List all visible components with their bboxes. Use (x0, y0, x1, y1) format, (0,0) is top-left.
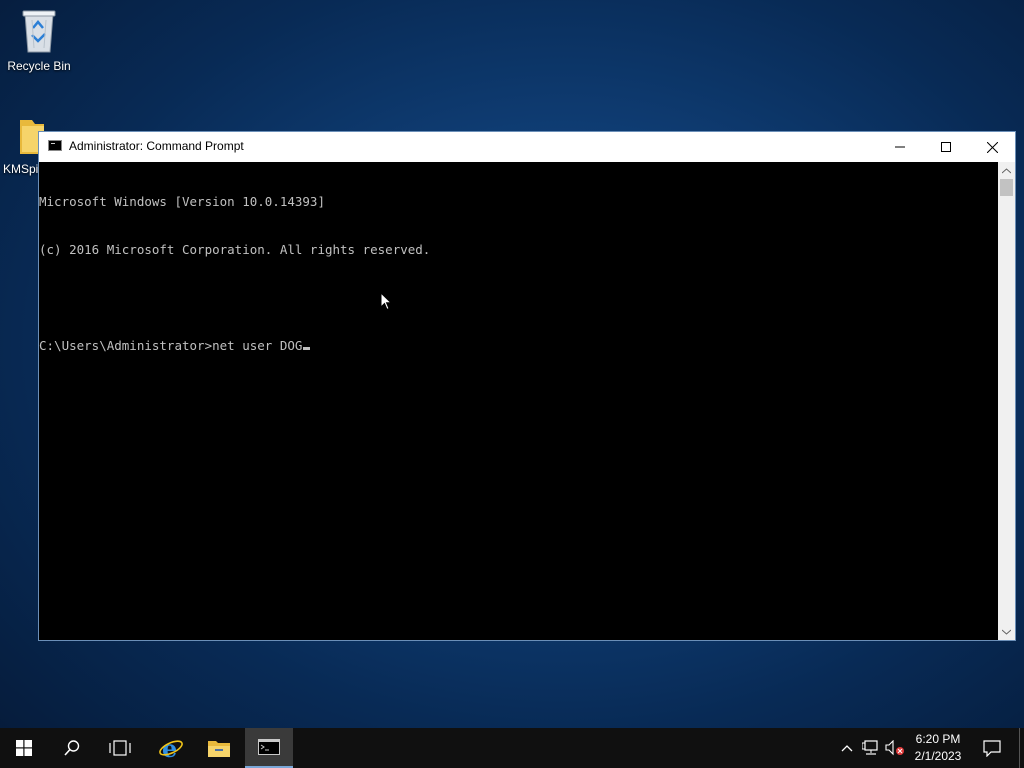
network-icon (862, 740, 878, 755)
start-button[interactable] (0, 728, 48, 768)
scrollbar-thumb[interactable] (1000, 179, 1013, 196)
volume-muted-icon (885, 740, 904, 756)
close-button[interactable] (969, 132, 1015, 162)
maximize-icon (941, 142, 951, 152)
console-command: C:\Users\Administrator>net user DOG (39, 338, 303, 353)
task-view-button[interactable] (96, 728, 144, 768)
command-prompt-taskbar-button[interactable] (245, 728, 293, 768)
desktop-icon-label: Recycle Bin (7, 59, 71, 73)
notifications-icon (983, 739, 1001, 757)
file-explorer-icon (208, 741, 230, 757)
console-line: (c) 2016 Microsoft Corporation. All righ… (39, 242, 431, 257)
console-output[interactable]: Microsoft Windows [Version 10.0.14393] (… (39, 162, 999, 640)
minimize-icon (895, 146, 905, 148)
title-bar[interactable]: Administrator: Command Prompt (39, 132, 1015, 162)
console-prompt-line: C:\Users\Administrator>net user DOG (39, 338, 999, 354)
taskbar: e 6:20 PM 2/1/2023 (0, 728, 1024, 768)
show-desktop-divider[interactable] (1019, 728, 1020, 768)
chevron-up-icon (841, 745, 853, 752)
text-cursor (303, 347, 311, 350)
command-prompt-icon (258, 739, 280, 755)
command-prompt-icon (48, 140, 62, 151)
clock[interactable]: 6:20 PM 2/1/2023 (908, 731, 968, 765)
console-line: Microsoft Windows [Version 10.0.14393] (39, 194, 325, 209)
minimize-button[interactable] (877, 132, 923, 162)
vertical-scrollbar[interactable] (998, 162, 1015, 640)
svg-text:e: e (162, 736, 177, 760)
scroll-up-button[interactable] (998, 162, 1015, 179)
internet-explorer-icon: e (159, 736, 183, 760)
window-title: Administrator: Command Prompt (69, 139, 244, 153)
mouse-pointer-icon (380, 292, 392, 311)
desktop-icon-recycle-bin[interactable]: Recycle Bin (1, 8, 77, 73)
command-prompt-window[interactable]: Administrator: Command Prompt Microsoft … (38, 131, 1016, 641)
clock-time: 6:20 PM (915, 732, 961, 746)
show-hidden-icons-button[interactable] (838, 728, 856, 768)
recycle-bin-icon (22, 10, 56, 53)
chevron-down-icon (1002, 629, 1011, 635)
action-center-button[interactable] (978, 728, 1006, 768)
chevron-up-icon (1002, 167, 1011, 173)
maximize-button[interactable] (923, 132, 969, 162)
scroll-down-button[interactable] (998, 623, 1015, 640)
desktop-icon-label: KMSpi (3, 162, 39, 176)
windows-start-icon (16, 740, 32, 756)
file-explorer-button[interactable] (195, 728, 243, 768)
clock-date: 2/1/2023 (914, 749, 962, 763)
close-icon (986, 141, 998, 153)
task-view-icon (109, 740, 131, 756)
volume-button[interactable] (884, 728, 906, 768)
network-button[interactable] (860, 728, 882, 768)
search-icon (64, 740, 80, 756)
search-button[interactable] (48, 728, 96, 768)
internet-explorer-button[interactable]: e (147, 728, 195, 768)
